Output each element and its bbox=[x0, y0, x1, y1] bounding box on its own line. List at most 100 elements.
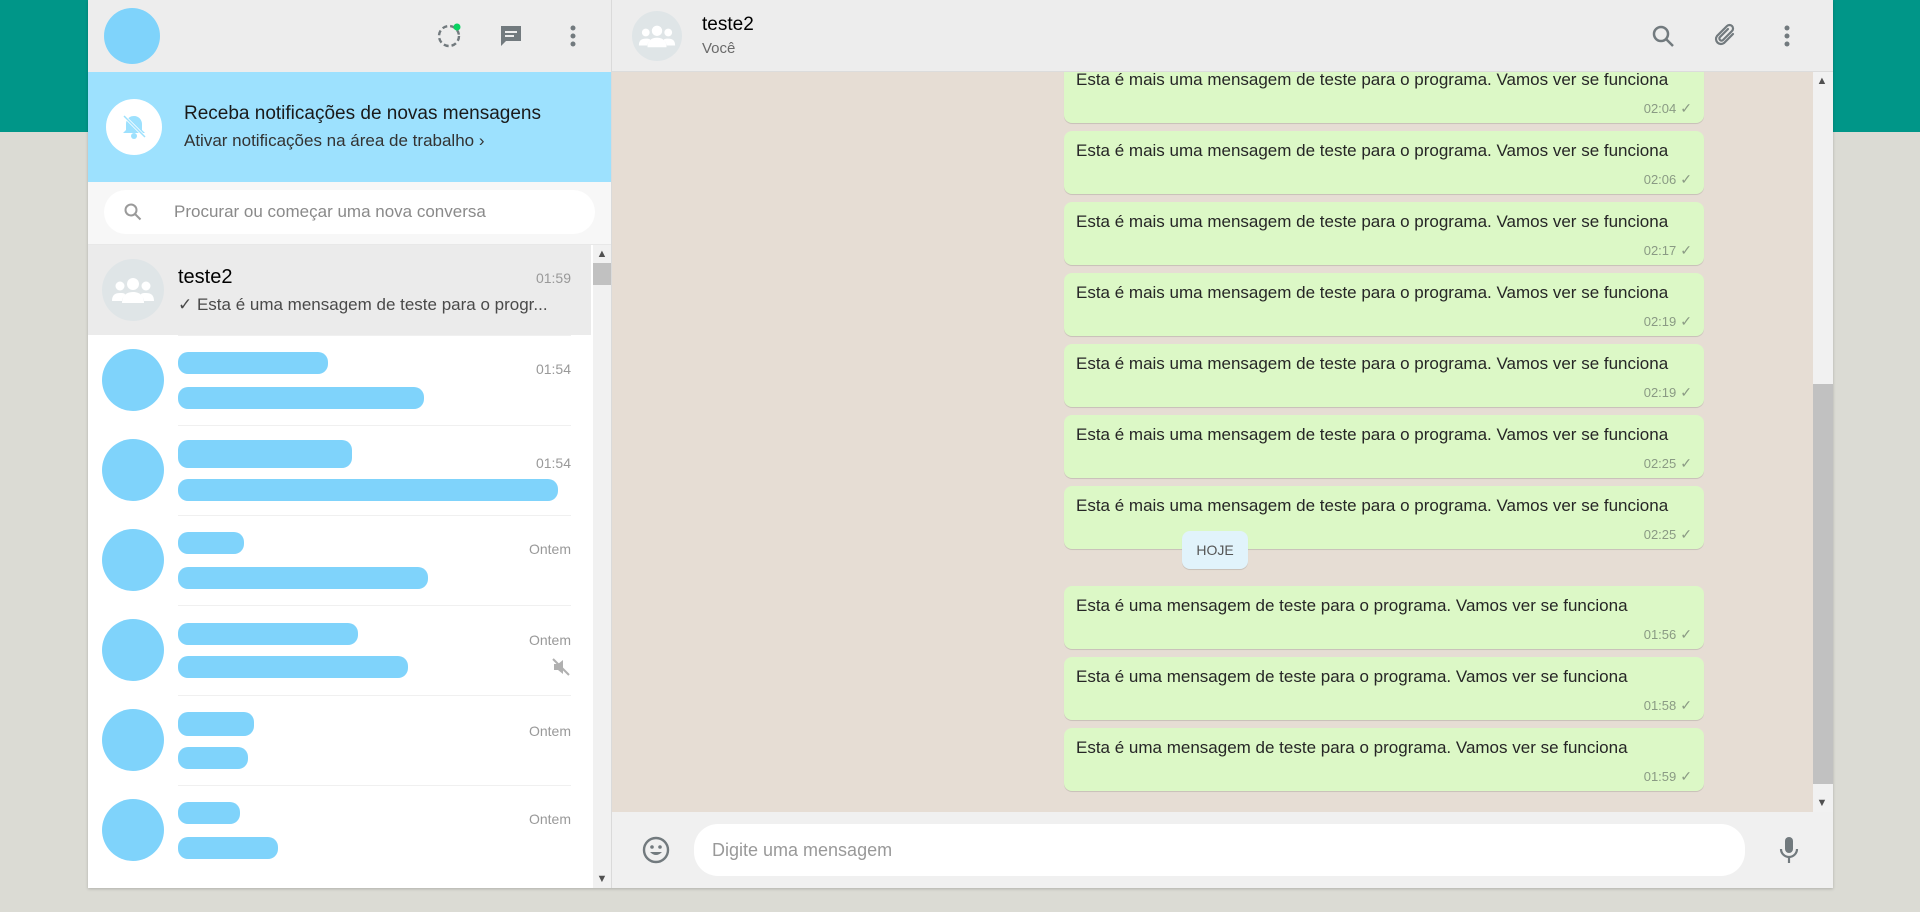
scroll-down-arrow[interactable]: ▼ bbox=[1813, 794, 1831, 812]
chat-item[interactable]: Ontem bbox=[88, 784, 591, 876]
notification-text: Receba notificações de novas mensagens A… bbox=[184, 103, 541, 151]
chat-time: Ontem bbox=[528, 541, 571, 557]
conversation-header[interactable]: teste2 Você bbox=[612, 0, 1833, 72]
date-chip: HOJE bbox=[1182, 531, 1248, 569]
message-bubble[interactable]: Esta é mais uma mensagem de teste para o… bbox=[1064, 202, 1704, 265]
message-time: 02:25 bbox=[1643, 456, 1677, 471]
message-bubble[interactable]: Esta é mais uma mensagem de teste para o… bbox=[1064, 486, 1704, 549]
chat-body: Ontem bbox=[178, 784, 571, 876]
chat-time: Ontem bbox=[528, 811, 571, 827]
message-bubble[interactable]: Esta é uma mensagem de teste para o prog… bbox=[1064, 657, 1704, 720]
conversation-panel: teste2 Você Esta é mais uma mensagem de … bbox=[612, 0, 1833, 888]
redacted-name bbox=[178, 532, 244, 554]
message-scrollbar[interactable]: ▲ ▼ bbox=[1813, 72, 1833, 812]
avatar bbox=[102, 529, 164, 591]
scroll-up-arrow[interactable]: ▲ bbox=[1813, 72, 1831, 90]
chat-item[interactable]: 01:54 bbox=[88, 424, 591, 515]
message-time: 02:19 bbox=[1643, 385, 1677, 400]
sent-check-icon: ✓ bbox=[1680, 313, 1692, 329]
message-time: 02:25 bbox=[1643, 527, 1677, 542]
redacted-preview bbox=[178, 387, 424, 409]
attach-button[interactable] bbox=[1707, 18, 1743, 54]
chat-item[interactable]: Ontem bbox=[88, 694, 591, 785]
conversation-info: teste2 Você bbox=[702, 14, 754, 57]
chat-body: Ontem bbox=[178, 604, 571, 696]
status-button[interactable] bbox=[431, 18, 467, 54]
redacted-preview bbox=[178, 747, 248, 769]
message-text: Esta é mais uma mensagem de teste para o… bbox=[1076, 72, 1669, 89]
sent-check-icon: ✓ bbox=[1680, 626, 1692, 642]
message-text: Esta é mais uma mensagem de teste para o… bbox=[1076, 354, 1669, 373]
new-chat-icon bbox=[501, 26, 521, 46]
message-time: 02:19 bbox=[1643, 314, 1677, 329]
chat-list-scrollbar[interactable]: ▲ ▼ bbox=[593, 245, 611, 888]
chat-time: Ontem bbox=[528, 723, 571, 739]
message-time: 02:17 bbox=[1643, 243, 1677, 258]
scroll-up-arrow[interactable]: ▲ bbox=[593, 245, 611, 263]
group-avatar[interactable] bbox=[632, 10, 682, 61]
status-icon bbox=[437, 23, 461, 48]
emoji-button[interactable] bbox=[638, 832, 674, 868]
voice-message-button[interactable] bbox=[1771, 832, 1807, 868]
chat-item-teste2[interactable]: teste2 01:59 ✓ Esta é uma mensagem de te… bbox=[88, 245, 591, 335]
chat-item[interactable]: 01:54 bbox=[88, 334, 591, 425]
redacted-preview bbox=[178, 656, 408, 678]
sidebar-header bbox=[88, 0, 611, 72]
message-area[interactable]: Esta é mais uma mensagem de teste para o… bbox=[612, 72, 1833, 812]
message-bubble[interactable]: Esta é uma mensagem de teste para o prog… bbox=[1064, 586, 1704, 649]
new-chat-button[interactable] bbox=[493, 18, 529, 54]
chat-item[interactable]: Ontem bbox=[88, 604, 591, 696]
redacted-preview bbox=[178, 567, 428, 589]
avatar bbox=[102, 619, 164, 681]
messages-before-today: Esta é mais uma mensagem de teste para o… bbox=[1064, 72, 1704, 557]
chat-time: 01:59 bbox=[535, 269, 571, 286]
scroll-thumb[interactable] bbox=[593, 263, 611, 285]
menu-button[interactable] bbox=[555, 18, 591, 54]
search-icon bbox=[124, 203, 142, 221]
message-text: Esta é mais uma mensagem de teste para o… bbox=[1076, 212, 1669, 231]
menu-icon bbox=[570, 25, 576, 47]
sent-check-icon: ✓ bbox=[1680, 768, 1692, 784]
chat-item[interactable]: Ontem bbox=[88, 514, 591, 605]
message-bubble[interactable]: Esta é mais uma mensagem de teste para o… bbox=[1064, 273, 1704, 336]
redacted-name bbox=[178, 802, 240, 824]
message-bubble[interactable]: Esta é mais uma mensagem de teste para o… bbox=[1064, 72, 1704, 123]
conversation-subtitle: Você bbox=[702, 40, 736, 57]
conversation-menu-button[interactable] bbox=[1769, 18, 1805, 54]
message-input[interactable] bbox=[694, 824, 1745, 876]
search-input[interactable] bbox=[172, 201, 556, 223]
chat-preview: ✓ Esta é uma mensagem de teste para o pr… bbox=[178, 294, 548, 314]
message-time: 01:59 bbox=[1643, 769, 1677, 784]
attach-icon bbox=[1714, 23, 1735, 46]
avatar bbox=[102, 439, 164, 501]
notification-banner[interactable]: Receba notificações de novas mensagens A… bbox=[88, 72, 611, 182]
scroll-down-arrow[interactable]: ▼ bbox=[593, 870, 611, 888]
search-bar bbox=[88, 182, 611, 245]
mic-icon bbox=[1779, 837, 1799, 863]
redacted-preview bbox=[178, 837, 278, 859]
enable-notifications-link[interactable]: Ativar notificações na área de trabalho … bbox=[184, 131, 541, 151]
scroll-thumb[interactable] bbox=[1813, 384, 1833, 784]
emoji-icon bbox=[642, 836, 670, 864]
message-bubble[interactable]: Esta é uma mensagem de teste para o prog… bbox=[1064, 728, 1704, 791]
whatsapp-web-app: Receba notificações de novas mensagens A… bbox=[88, 0, 1833, 888]
redacted-preview bbox=[178, 479, 558, 501]
redacted-name bbox=[178, 712, 254, 736]
message-bubble[interactable]: Esta é mais uma mensagem de teste para o… bbox=[1064, 415, 1704, 478]
message-time: 02:06 bbox=[1643, 172, 1677, 187]
message-time: 01:56 bbox=[1643, 627, 1677, 642]
message-text: Esta é mais uma mensagem de teste para o… bbox=[1076, 425, 1669, 444]
message-bubble[interactable]: Esta é mais uma mensagem de teste para o… bbox=[1064, 344, 1704, 407]
avatar bbox=[102, 799, 164, 861]
sent-check-icon: ✓ bbox=[1680, 100, 1692, 116]
sent-check-icon: ✓ bbox=[1680, 242, 1692, 258]
message-bubble[interactable]: Esta é mais uma mensagem de teste para o… bbox=[1064, 131, 1704, 194]
message-text: Esta é uma mensagem de teste para o prog… bbox=[1076, 596, 1628, 615]
conversation-name: teste2 bbox=[702, 14, 754, 35]
message-text: Esta é uma mensagem de teste para o prog… bbox=[1076, 738, 1628, 757]
search-messages-button[interactable] bbox=[1645, 18, 1681, 54]
my-avatar[interactable] bbox=[104, 8, 160, 64]
composer-bar bbox=[612, 812, 1833, 888]
menu-icon bbox=[1784, 25, 1790, 47]
message-time: 01:58 bbox=[1643, 698, 1677, 713]
